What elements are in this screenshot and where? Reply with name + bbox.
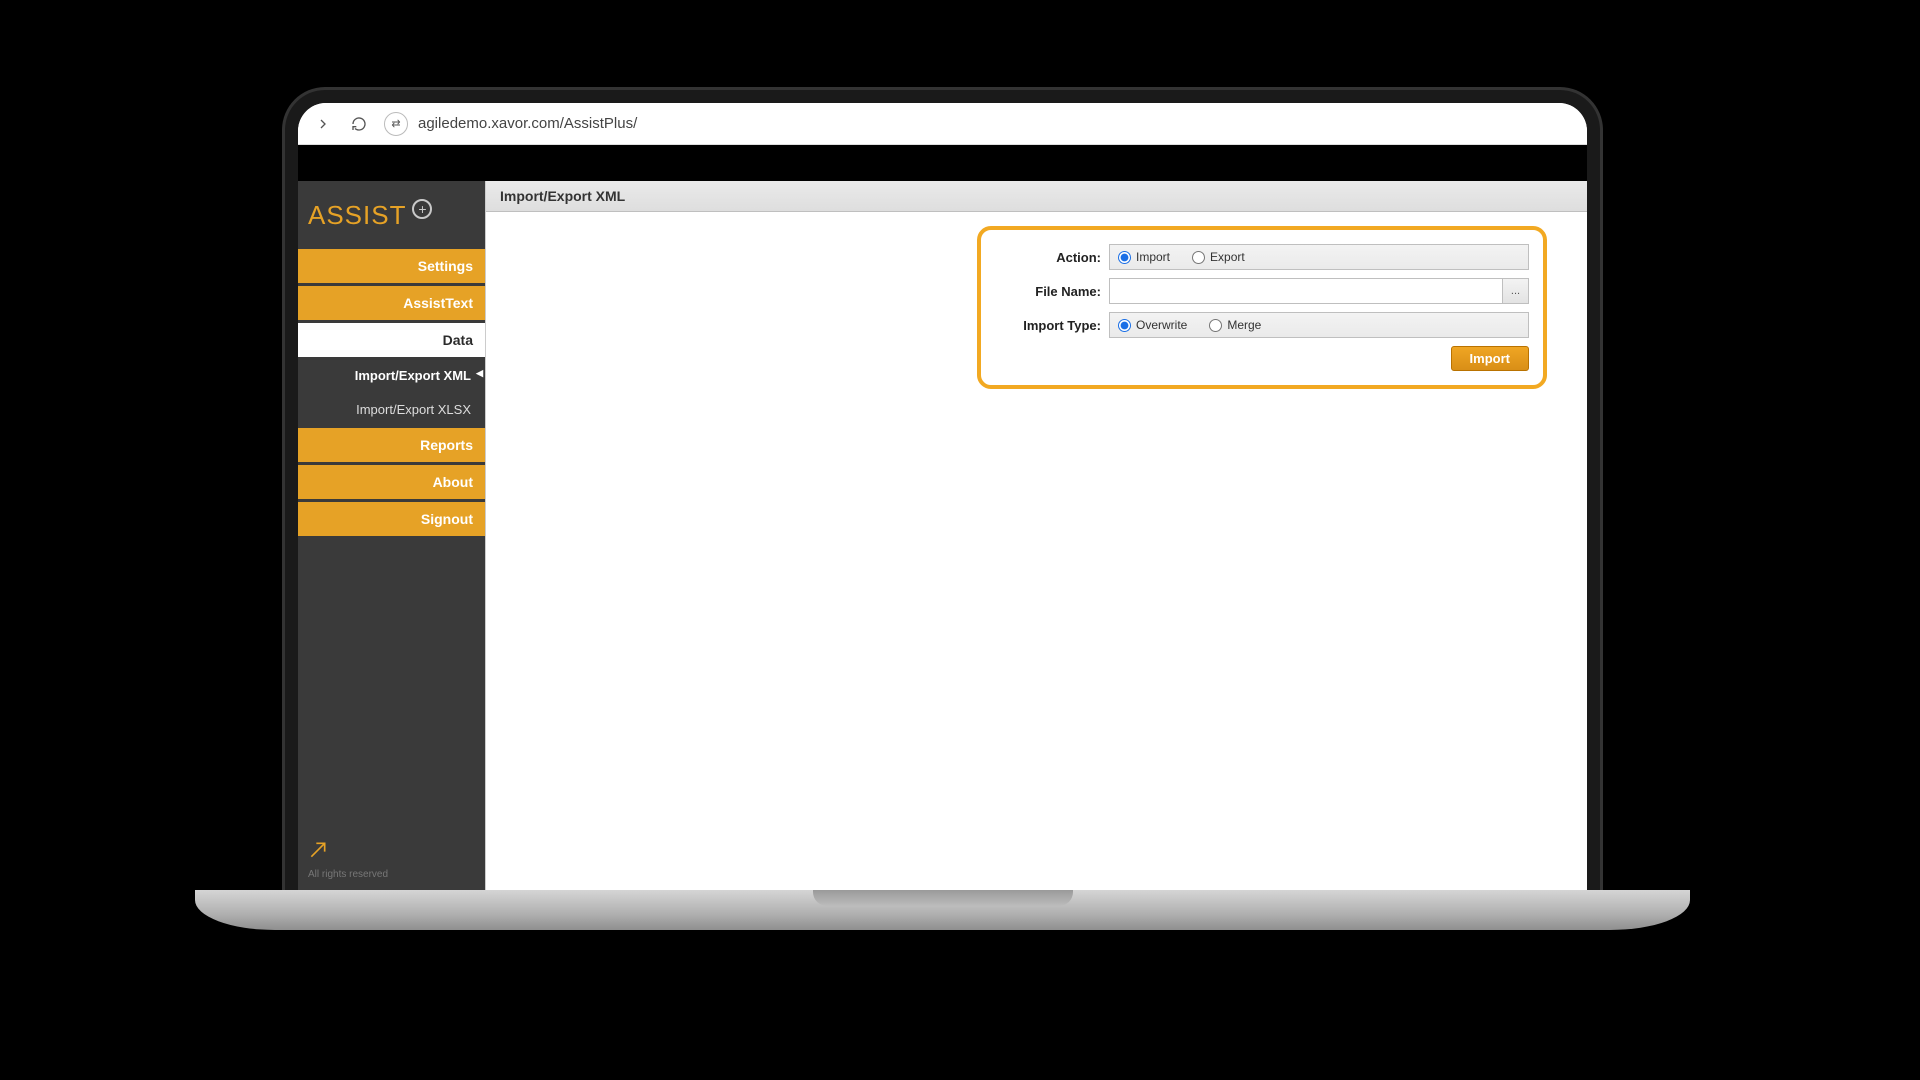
page-content: Action: Import Export [486, 212, 1587, 890]
logo: ASSIST + [298, 181, 485, 249]
radio-action-import-label: Import [1136, 250, 1170, 264]
filename-input[interactable] [1110, 279, 1502, 303]
logo-plus-icon: + [412, 199, 432, 219]
page-title: Import/Export XML [486, 181, 1587, 212]
laptop-screen: ⇄ agiledemo.xavor.com/AssistPlus/ ASSIST… [298, 103, 1587, 890]
sidebar-item-data[interactable]: Data [298, 323, 485, 357]
reload-icon[interactable] [348, 113, 370, 135]
radio-importtype-overwrite-label: Overwrite [1136, 318, 1187, 332]
button-row: Import [995, 346, 1529, 371]
radio-action-import[interactable]: Import [1118, 250, 1170, 264]
url-text: agiledemo.xavor.com/AssistPlus/ [418, 115, 637, 132]
sidebar: ASSIST + Settings AssistText Data Import… [298, 181, 485, 890]
sidebar-sub-import-export-xlsx[interactable]: Import/Export XLSX [298, 394, 485, 425]
row-importtype: Import Type: Overwrite Merge [995, 312, 1529, 338]
field-importtype: Overwrite Merge [1109, 312, 1529, 338]
label-action: Action: [995, 250, 1101, 265]
sidebar-item-assisttext[interactable]: AssistText [298, 286, 485, 320]
sidebar-footer: All rights reserved [298, 830, 485, 890]
forward-icon[interactable] [312, 113, 334, 135]
laptop-frame: ⇄ agiledemo.xavor.com/AssistPlus/ ASSIST… [285, 90, 1600, 890]
label-importtype: Import Type: [995, 318, 1101, 333]
sidebar-item-about[interactable]: About [298, 465, 485, 499]
footer-text: All rights reserved [308, 869, 475, 880]
address-bar[interactable]: ⇄ agiledemo.xavor.com/AssistPlus/ [384, 110, 1573, 138]
radio-importtype-merge-label: Merge [1227, 318, 1261, 332]
field-filename: ... [1109, 278, 1529, 304]
main-panel: Import/Export XML Action: Import [485, 181, 1587, 890]
laptop-notch [813, 890, 1073, 906]
radio-importtype-overwrite[interactable]: Overwrite [1118, 318, 1187, 332]
field-action: Import Export [1109, 244, 1529, 270]
sidebar-sub-import-export-xml[interactable]: Import/Export XML [298, 360, 485, 391]
row-action: Action: Import Export [995, 244, 1529, 270]
browser-toolbar: ⇄ agiledemo.xavor.com/AssistPlus/ [298, 103, 1587, 145]
import-button[interactable]: Import [1451, 346, 1529, 371]
sidebar-item-settings[interactable]: Settings [298, 249, 485, 283]
sidebar-nav: Settings AssistText Data Import/Export X… [298, 249, 485, 536]
radio-action-export[interactable]: Export [1192, 250, 1245, 264]
company-logo-icon [308, 840, 328, 860]
radio-action-export-input[interactable] [1192, 251, 1205, 264]
browse-button[interactable]: ... [1502, 279, 1528, 303]
app-body: ASSIST + Settings AssistText Data Import… [298, 181, 1587, 890]
site-chip-glyph: ⇄ [391, 117, 400, 130]
radio-action-import-input[interactable] [1118, 251, 1131, 264]
sidebar-item-reports[interactable]: Reports [298, 428, 485, 462]
row-filename: File Name: ... [995, 278, 1529, 304]
import-form-highlight: Action: Import Export [977, 226, 1547, 389]
screen: ⇄ agiledemo.xavor.com/AssistPlus/ ASSIST… [298, 103, 1587, 890]
logo-text: ASSIST [308, 200, 406, 231]
label-filename: File Name: [995, 284, 1101, 299]
radio-importtype-merge[interactable]: Merge [1209, 318, 1261, 332]
sidebar-item-signout[interactable]: Signout [298, 502, 485, 536]
site-info-icon[interactable]: ⇄ [384, 112, 408, 136]
laptop-base [195, 890, 1690, 930]
window-top-strip [298, 145, 1587, 181]
radio-importtype-merge-input[interactable] [1209, 319, 1222, 332]
radio-importtype-overwrite-input[interactable] [1118, 319, 1131, 332]
radio-action-export-label: Export [1210, 250, 1245, 264]
